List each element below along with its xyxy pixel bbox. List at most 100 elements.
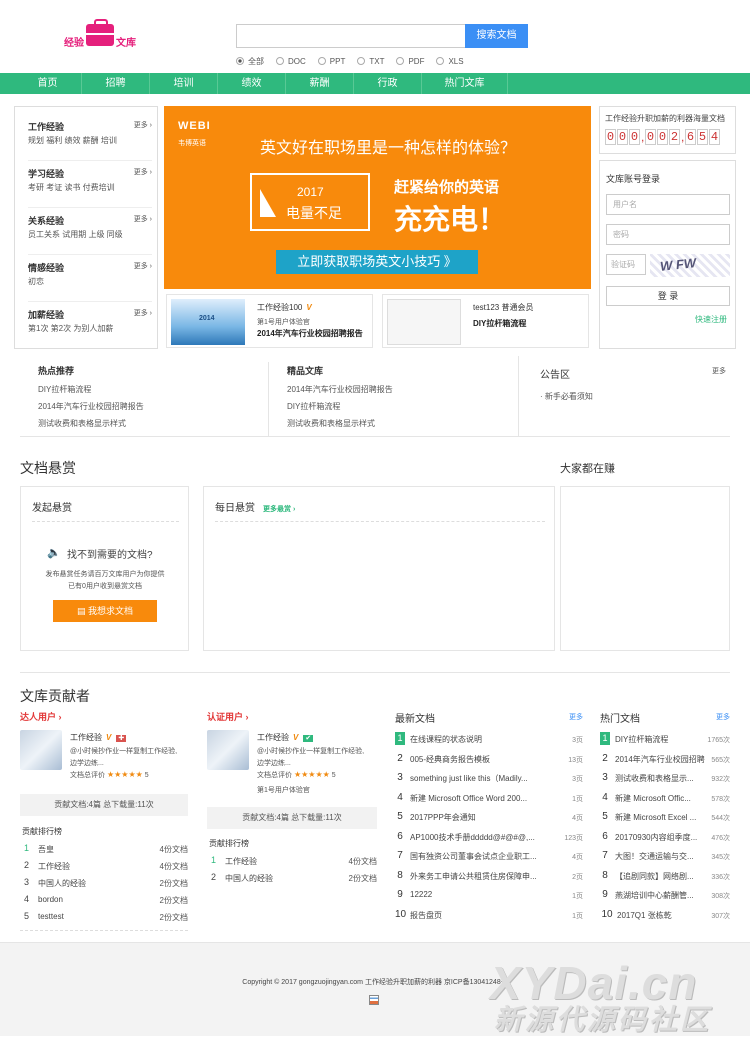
daily-more-link[interactable]: 更多悬赏 › bbox=[263, 506, 295, 513]
doc-row[interactable]: 8 【追剧同款】网络剧... 336次 bbox=[600, 867, 730, 887]
list-item[interactable]: 2014年汽车行业校园招聘报告 bbox=[38, 398, 258, 415]
captcha-field[interactable]: 验证码 bbox=[606, 254, 646, 275]
more-link[interactable]: 更多 › bbox=[134, 120, 152, 130]
radio-icon[interactable] bbox=[436, 57, 445, 65]
doc-row[interactable]: 3 测试收费和表格显示... 932次 bbox=[600, 769, 730, 789]
doc-row[interactable]: 5 新建 Microsoft Excel ... 544次 bbox=[600, 808, 730, 828]
list-item[interactable]: 2014年汽车行业校园招聘报告 bbox=[287, 381, 507, 398]
fine-title: 精品文库 bbox=[287, 366, 324, 376]
doc-row[interactable]: 1 DIY拉杆箱流程 1765次 bbox=[600, 730, 730, 750]
filter-xls[interactable]: XLS bbox=[436, 55, 464, 67]
expert-title[interactable]: 达人用户 › bbox=[20, 710, 188, 723]
doc-row[interactable]: 6 20170930内容组季度... 476次 bbox=[600, 828, 730, 848]
want-doc-button[interactable]: ▤ 我想求文档 bbox=[53, 600, 157, 622]
password-field[interactable]: 密码 bbox=[606, 224, 730, 245]
radio-icon[interactable] bbox=[357, 57, 366, 65]
doc-row[interactable]: 7 大图！交通运输与交... 345次 bbox=[600, 847, 730, 867]
card-doc-title[interactable]: 2014年汽车行业校园招聘报告 bbox=[257, 328, 363, 339]
list-item[interactable]: · 新手必看须知 bbox=[540, 391, 726, 402]
radio-icon[interactable] bbox=[276, 57, 284, 65]
doc-row[interactable]: 2 005-经典商务报告模板 13页 bbox=[395, 750, 583, 770]
search-input[interactable] bbox=[236, 24, 466, 48]
nav-hot-library[interactable]: 热门文库 bbox=[422, 73, 508, 94]
search-button[interactable]: 搜索文档 bbox=[465, 24, 528, 48]
certified-name[interactable]: 工作经验 V ✔ bbox=[257, 732, 314, 743]
doc-row[interactable]: 10 报告盘页 1页 bbox=[395, 906, 583, 926]
rank-row[interactable]: 2 工作经验 4份文档 bbox=[20, 857, 188, 874]
register-link[interactable]: 快速注册 bbox=[695, 314, 727, 325]
doc-row[interactable]: 6 AP1000技术手册ddddd@#@#@,... 123页 bbox=[395, 828, 583, 848]
category-title[interactable]: 关系经验 bbox=[28, 214, 64, 227]
doc-thumbnail[interactable] bbox=[387, 299, 461, 345]
list-item[interactable]: DIY拉杆箱流程 bbox=[287, 398, 507, 415]
username-field[interactable]: 用户名 bbox=[606, 194, 730, 215]
list-item[interactable]: DIY拉杆箱流程 bbox=[38, 381, 258, 398]
card-author[interactable]: test123 普通会员 bbox=[473, 302, 533, 313]
certified-title[interactable]: 认证用户 › bbox=[207, 710, 377, 723]
doc-row[interactable]: 8 外来务工申请公共租赁住房保障申... 2页 bbox=[395, 867, 583, 887]
doc-row[interactable]: 2 2014年汽车行业校园招聘 565次 bbox=[600, 750, 730, 770]
nav-admin[interactable]: 行政 bbox=[354, 73, 422, 94]
doc-row[interactable]: 4 新建 Microsoft Offic... 578次 bbox=[600, 789, 730, 809]
notice-more-link[interactable]: 更多 bbox=[712, 366, 726, 376]
card-doc-title[interactable]: DIY拉杆箱流程 bbox=[473, 318, 526, 329]
nav-home[interactable]: 首页 bbox=[14, 73, 82, 94]
doc-row[interactable]: 7 国有独资公司董事会试点企业职工... 4页 bbox=[395, 847, 583, 867]
avatar[interactable] bbox=[207, 730, 249, 770]
filter-ppt[interactable]: PPT bbox=[317, 55, 345, 67]
latest-more-link[interactable]: 更多 bbox=[569, 712, 583, 722]
doc-row[interactable]: 5 2017PPP年会通知 4页 bbox=[395, 808, 583, 828]
more-link[interactable]: 更多 › bbox=[134, 214, 152, 224]
doc-row[interactable]: 4 新建 Microsoft Office Word 200... 1页 bbox=[395, 789, 583, 809]
banner-cta-button[interactable]: 立即获取职场英文小技巧 》 bbox=[276, 250, 478, 274]
radio-icon[interactable] bbox=[396, 57, 405, 65]
category-title[interactable]: 工作经验 bbox=[28, 120, 64, 133]
radio-icon[interactable] bbox=[236, 57, 244, 65]
more-link[interactable]: 更多 › bbox=[134, 261, 152, 271]
captcha-image[interactable] bbox=[650, 254, 730, 277]
card-author[interactable]: 工作经验100 V bbox=[257, 302, 312, 313]
rank-row[interactable]: 4 bordon 2份文档 bbox=[20, 891, 188, 908]
category-subs[interactable]: 考研 考证 读书 付费培训 bbox=[28, 182, 115, 193]
category-subs[interactable]: 第1次 第2次 为别人加薪 bbox=[28, 323, 113, 334]
nav-performance[interactable]: 绩效 bbox=[218, 73, 286, 94]
category-subs[interactable]: 初恋 bbox=[28, 276, 44, 287]
doc-thumbnail[interactable]: 2014 bbox=[171, 299, 245, 345]
radio-icon[interactable] bbox=[317, 57, 326, 65]
popular-more-link[interactable]: 更多 bbox=[716, 712, 730, 722]
more-link[interactable]: 更多 › bbox=[134, 167, 152, 177]
featured-doc-card[interactable]: 2014 工作经验100 V 第1号用户体验官 2014年汽车行业校园招聘报告 bbox=[166, 294, 373, 348]
list-item[interactable]: 测试收费和表格显示样式 bbox=[287, 415, 507, 432]
promo-banner[interactable]: WEBI 韦博英语 英文好在职场里是一种怎样的体验？ 2017 电量不足 赶紧给… bbox=[164, 106, 591, 289]
avatar[interactable] bbox=[20, 730, 62, 770]
rank-row[interactable]: 1 工作经验 4份文档 bbox=[207, 852, 377, 869]
doc-row[interactable]: 1 在线课程的状态说明 3页 bbox=[395, 730, 583, 750]
doc-row[interactable]: 9 燕湖培训中心薪酬管... 308次 bbox=[600, 886, 730, 906]
rank-row[interactable]: 3 中国人的经验 2份文档 bbox=[20, 874, 188, 891]
category-subs[interactable]: 规划 福利 绩效 薪酬 培训 bbox=[28, 135, 117, 146]
filter-all[interactable]: 全部 bbox=[236, 55, 264, 67]
rank-row[interactable]: 5 testtest 2份文档 bbox=[20, 908, 188, 925]
doc-row[interactable]: 10 2017Q1 张栋乾 307次 bbox=[600, 906, 730, 926]
category-subs[interactable]: 员工关系 试用期 上级 同级 bbox=[28, 229, 123, 240]
category-title[interactable]: 学习经验 bbox=[28, 167, 64, 180]
nav-salary[interactable]: 薪酬 bbox=[286, 73, 354, 94]
login-button[interactable]: 登 录 bbox=[606, 286, 730, 306]
doc-row[interactable]: 3 something just like this（Madily... 3页 bbox=[395, 769, 583, 789]
list-item[interactable]: 测试收费和表格显示样式 bbox=[38, 415, 258, 432]
site-logo[interactable]: 经验 文库 bbox=[62, 19, 142, 50]
featured-doc-card[interactable]: test123 普通会员 DIY拉杆箱流程 bbox=[382, 294, 589, 348]
more-link[interactable]: 更多 › bbox=[134, 308, 152, 318]
nav-training[interactable]: 培训 bbox=[150, 73, 218, 94]
nav-recruit[interactable]: 招聘 bbox=[82, 73, 150, 94]
rank-row[interactable]: 1 吾皇 4份文档 bbox=[20, 840, 188, 857]
filter-doc[interactable]: DOC bbox=[276, 55, 306, 67]
doc-row[interactable]: 9 12222 1页 bbox=[395, 886, 583, 906]
filter-txt[interactable]: TXT bbox=[357, 55, 384, 67]
filter-pdf[interactable]: PDF bbox=[396, 55, 424, 67]
category-title[interactable]: 加薪经验 bbox=[28, 308, 64, 321]
category-title[interactable]: 情感经验 bbox=[28, 261, 64, 274]
stats-icon[interactable] bbox=[369, 995, 379, 1005]
expert-name[interactable]: 工作经验 V ✚ bbox=[70, 732, 127, 743]
rank-row[interactable]: 2 中国人的经验 2份文档 bbox=[207, 869, 377, 886]
